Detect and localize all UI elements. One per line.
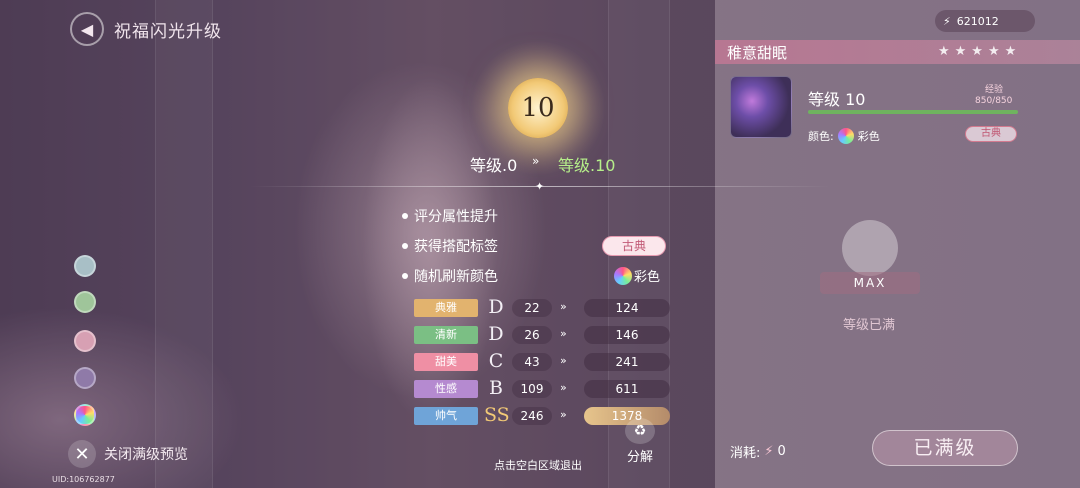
- stat-grade: D: [488, 296, 504, 318]
- stat-row: 清新 D 26 » 146: [414, 323, 670, 345]
- level-to: 等级.10: [558, 156, 616, 175]
- lightning-icon: ⚡: [943, 14, 951, 28]
- color-option-rainbow[interactable]: [74, 404, 96, 426]
- item-color-label: 颜色:: [808, 130, 834, 143]
- stat-arrow-icon: »: [560, 381, 567, 394]
- stat-arrow-icon: »: [560, 327, 567, 340]
- rainbow-icon: [837, 128, 854, 144]
- recycle-icon: ♻: [625, 418, 655, 444]
- stat-from-value: 109: [512, 380, 552, 398]
- exit-hint: 点击空白区域退出: [494, 459, 582, 472]
- stat-to-value: 241: [584, 353, 670, 371]
- stat-from-value: 26: [512, 326, 552, 344]
- consume-info: 消耗: ⚡ 0: [730, 442, 786, 461]
- perk-label: 随机刷新颜色: [414, 269, 498, 285]
- close-preview-label: 关闭满级预览: [104, 447, 188, 463]
- page-title: 祝福闪光升级: [114, 21, 222, 42]
- close-icon: ✕: [68, 440, 96, 468]
- stat-from-value: 246: [512, 407, 552, 425]
- bullet-icon: [402, 243, 408, 249]
- decompose-button[interactable]: ♻ 分解: [620, 418, 660, 465]
- lightning-icon: ⚡: [764, 444, 774, 459]
- exp-label: 经验: [985, 85, 1004, 95]
- stat-grade: C: [488, 350, 504, 372]
- item-thumbnail[interactable]: [730, 76, 792, 138]
- perk-label: 获得搭配标签: [414, 239, 498, 255]
- perk-color-value: 彩色: [614, 266, 660, 285]
- perk-color-text: 彩色: [634, 270, 661, 285]
- sparkle-icon: ✦: [535, 180, 545, 193]
- consume-value: 0: [777, 444, 786, 459]
- stat-arrow-icon: »: [560, 408, 567, 421]
- max-badge: MAX: [820, 220, 920, 310]
- back-button[interactable]: ◀: [70, 12, 104, 46]
- stat-to-value: 124: [584, 299, 670, 317]
- color-option-4[interactable]: [74, 367, 96, 389]
- stat-arrow-icon: »: [560, 354, 567, 367]
- decompose-label: 分解: [626, 450, 653, 465]
- max-level-text: 等级已满: [843, 318, 896, 333]
- stat-name: 典雅: [414, 299, 478, 317]
- maxed-button[interactable]: 已满级: [872, 430, 1018, 466]
- color-option-1[interactable]: [74, 255, 96, 277]
- consume-label: 消耗:: [730, 446, 761, 461]
- stat-row: 典雅 D 22 » 124: [414, 296, 670, 318]
- item-name-bar: 稚意甜眠: [715, 40, 1080, 64]
- item-tag-badge: 古典: [965, 126, 1017, 142]
- level-arrow-icon: »: [532, 154, 540, 168]
- perk-score-boost: 评分属性提升: [402, 204, 696, 228]
- max-ribbon: MAX: [820, 272, 920, 294]
- perk-tag-badge: 古典: [602, 236, 666, 256]
- stat-name: 性感: [414, 380, 478, 398]
- stat-row: 甜美 C 43 » 241: [414, 350, 670, 372]
- stat-grade: B: [489, 377, 503, 399]
- exp-value: 850/850: [975, 96, 1013, 106]
- currency-display: ⚡ 621012: [935, 10, 1035, 32]
- stat-arrow-icon: »: [560, 300, 567, 313]
- star-rating: ★★★★★: [938, 44, 1022, 59]
- stat-name: 甜美: [414, 353, 478, 371]
- stat-to-value: 611: [584, 380, 670, 398]
- item-color-value: 彩色: [857, 130, 880, 143]
- bullet-icon: [402, 273, 408, 279]
- perk-label: 评分属性提升: [414, 209, 498, 225]
- rainbow-icon: [614, 266, 632, 285]
- uid-label: UID:106762877: [52, 475, 115, 484]
- stat-from-value: 22: [512, 299, 552, 317]
- level-badge: 10: [508, 78, 568, 138]
- cat-mascot-icon: [842, 220, 898, 276]
- stat-to-value: 146: [584, 326, 670, 344]
- stat-grade: SS: [484, 404, 510, 426]
- color-option-3[interactable]: [74, 330, 96, 352]
- stat-grade: D: [488, 323, 504, 345]
- item-name: 稚意甜眠: [727, 43, 788, 62]
- close-preview-button[interactable]: ✕ 关闭满级预览: [68, 440, 188, 468]
- stat-from-value: 43: [512, 353, 552, 371]
- stat-row: 性感 B 109 » 611: [414, 377, 670, 399]
- item-level: 等级 10: [808, 90, 866, 109]
- item-color: 颜色: 彩色: [808, 128, 880, 144]
- bullet-icon: [402, 213, 408, 219]
- color-option-2[interactable]: [74, 291, 96, 313]
- level-from: 等级.0: [470, 156, 518, 175]
- currency-value: 621012: [956, 14, 999, 28]
- stat-name: 帅气: [414, 407, 478, 425]
- back-arrow-icon: ◀: [80, 19, 94, 39]
- stat-name: 清新: [414, 326, 478, 344]
- exp-progress-bar: [808, 110, 1018, 114]
- title-bar: ◀ 祝福闪光升级: [70, 12, 222, 46]
